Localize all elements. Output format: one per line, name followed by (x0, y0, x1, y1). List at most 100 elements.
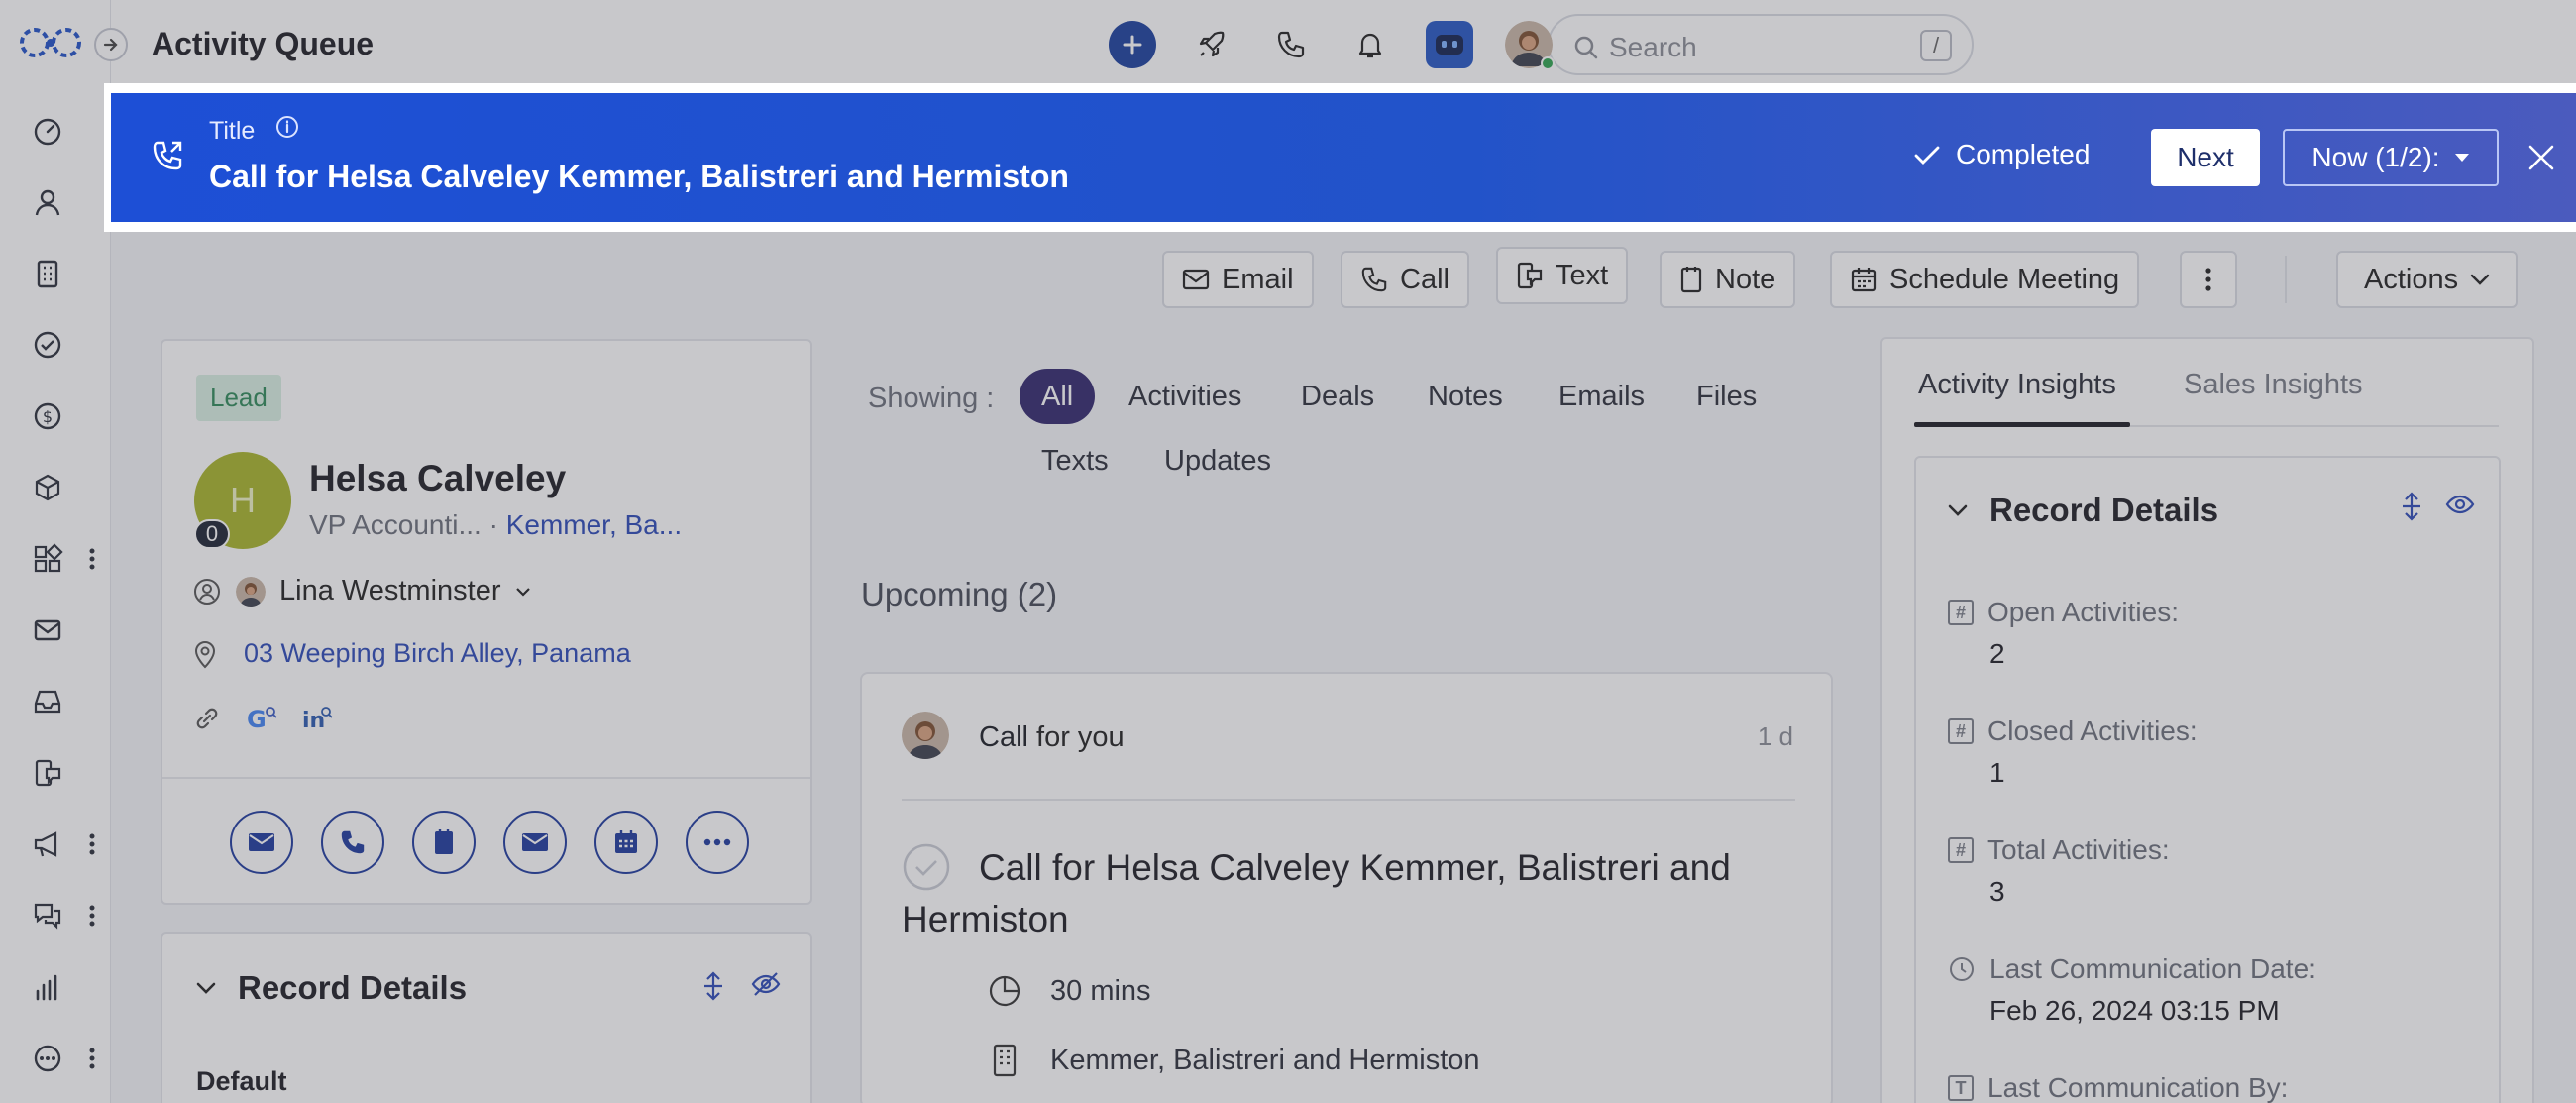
text-button[interactable]: Text (1496, 247, 1629, 304)
user-avatar[interactable] (1505, 21, 1555, 70)
tab-activity-insights[interactable]: Activity Insights (1918, 369, 2116, 401)
quick-email-button[interactable] (230, 811, 293, 874)
arrow-right-icon (103, 38, 118, 52)
quick-message-button[interactable] (503, 811, 567, 874)
check-circle-icon (34, 331, 61, 359)
activity-duration: 30 mins (1050, 974, 1151, 1007)
note-filled-icon (435, 829, 453, 854)
tab-sales-insights[interactable]: Sales Insights (2184, 369, 2363, 401)
search-placeholder: Search (1609, 32, 1697, 62)
filter-emails[interactable]: Emails (1537, 369, 1666, 424)
rocket-icon (1199, 31, 1225, 57)
phone-button[interactable] (1267, 21, 1315, 68)
complete-checkbox-icon[interactable] (902, 842, 951, 892)
contact-role-line: VP Accounti... · Kemmer, Ba... (309, 509, 682, 541)
online-status-dot (1541, 56, 1555, 70)
sidebar-item-products[interactable] (28, 468, 67, 507)
sidebar-item-more[interactable] (28, 1039, 67, 1078)
next-button[interactable]: Next (2151, 129, 2260, 186)
sidebar-item-campaigns[interactable] (28, 825, 67, 864)
number-field-icon: # (1948, 837, 1974, 863)
sidebar-item-inbox[interactable] (28, 682, 67, 721)
activity-title[interactable]: Call for Helsa Calveley Kemmer, Balistre… (902, 842, 1773, 945)
building-icon (37, 260, 58, 288)
kebab-icon[interactable] (85, 1044, 99, 1073)
quick-more-button[interactable] (686, 811, 749, 874)
contact-name[interactable]: Helsa Calveley (309, 458, 566, 499)
global-search-input[interactable]: Search / (1548, 14, 1974, 75)
sidebar-item-apps[interactable] (28, 539, 67, 579)
location-pin-icon (194, 640, 216, 668)
quick-call-button[interactable] (321, 811, 384, 874)
sidebar-item-dashboard[interactable] (28, 111, 67, 151)
email-button[interactable]: Email (1162, 251, 1314, 308)
kebab-icon[interactable] (85, 544, 99, 574)
eye-slash-icon[interactable] (751, 971, 781, 997)
email-button-label: Email (1222, 263, 1294, 295)
card-divider (162, 777, 810, 779)
create-new-button[interactable] (1109, 21, 1156, 68)
quick-meeting-button[interactable] (594, 811, 658, 874)
actions-dropdown[interactable]: Actions (2336, 251, 2519, 308)
linkedin-search-icon[interactable]: in (301, 704, 333, 733)
close-icon[interactable] (2524, 141, 2558, 174)
clock-icon (1950, 957, 1974, 981)
ai-assistant-button[interactable] (1426, 21, 1473, 68)
activity-company-link[interactable]: Kemmer, Balistreri and Hermiston (1050, 1045, 1480, 1077)
notifications-button[interactable] (1346, 21, 1394, 68)
field-label: Total Activities: (1987, 834, 2170, 865)
expand-collapse-icon[interactable] (701, 971, 725, 1001)
address-link[interactable]: 03 Weeping Birch Alley, Panama (244, 638, 631, 669)
app-logo-icon[interactable] (18, 26, 83, 59)
eye-icon[interactable] (2445, 492, 2475, 517)
link-icon[interactable] (192, 704, 222, 733)
activity-header: Call for you (979, 721, 1125, 754)
call-button[interactable]: Call (1341, 251, 1469, 308)
rocket-button[interactable] (1188, 21, 1235, 68)
insights-record-details: Record Details # Open Activities: 2 # Clos… (1914, 456, 2501, 1103)
more-actions-button[interactable] (2180, 251, 2237, 308)
google-search-icon[interactable]: G (246, 704, 277, 733)
social-links: G in (192, 704, 333, 733)
expand-collapse-icon[interactable] (2400, 492, 2423, 521)
sidebar-item-chat[interactable] (28, 896, 67, 936)
sidebar-expand-button[interactable] (94, 28, 128, 61)
mark-completed-button[interactable]: Completed (1912, 139, 2090, 170)
activity-card[interactable]: Call for you 1 d Call for Helsa Calveley… (860, 672, 1833, 1103)
field-total-activities: # Total Activities: 3 (1948, 834, 2170, 908)
outgoing-call-icon (153, 141, 182, 170)
filter-updates[interactable]: Updates (1142, 433, 1293, 489)
queue-position-dropdown[interactable]: Now (1/2): (2283, 129, 2499, 186)
owner-selector[interactable]: Lina Westminster (192, 575, 531, 607)
sidebar-item-companies[interactable] (28, 254, 67, 293)
filter-notes[interactable]: Notes (1406, 369, 1525, 424)
insights-record-title: Record Details (1989, 492, 2219, 528)
filter-all[interactable]: All (1020, 369, 1096, 424)
kebab-icon[interactable] (85, 829, 99, 859)
person-icon (35, 189, 60, 216)
note-button[interactable]: Note (1660, 251, 1796, 308)
field-last-communication-by: T Last Communication By: (1948, 1072, 2288, 1103)
sidebar-item-contacts[interactable] (28, 182, 67, 222)
contact-card: Lead H 0 Helsa Calveley VP Accounti... ·… (161, 339, 812, 905)
filter-texts[interactable]: Texts (1020, 433, 1130, 489)
clock-icon (989, 975, 1020, 1007)
actions-label: Actions (2364, 263, 2459, 295)
filter-deals[interactable]: Deals (1279, 369, 1396, 424)
sidebar-item-tasks[interactable] (28, 325, 67, 365)
sidebar-item-email[interactable] (28, 610, 67, 650)
sidebar-item-deals[interactable]: $ (28, 396, 67, 436)
sidebar-item-sms[interactable] (28, 753, 67, 793)
kebab-icon[interactable] (85, 901, 99, 931)
toolbar-divider (2285, 256, 2287, 303)
filter-activities[interactable]: Activities (1107, 369, 1263, 424)
text-button-label: Text (1556, 259, 1609, 291)
insights-record-toggle[interactable]: Record Details (1948, 492, 2218, 529)
filter-files[interactable]: Files (1674, 369, 1778, 424)
sidebar-item-reports[interactable] (28, 967, 67, 1007)
contact-company-link[interactable]: Kemmer, Ba... (506, 509, 682, 540)
quick-note-button[interactable] (412, 811, 476, 874)
schedule-meeting-button[interactable]: Schedule Meeting (1830, 251, 2140, 308)
record-details-toggle[interactable]: Record Details (196, 969, 467, 1007)
left-record-details: Record Details Default (161, 932, 812, 1103)
